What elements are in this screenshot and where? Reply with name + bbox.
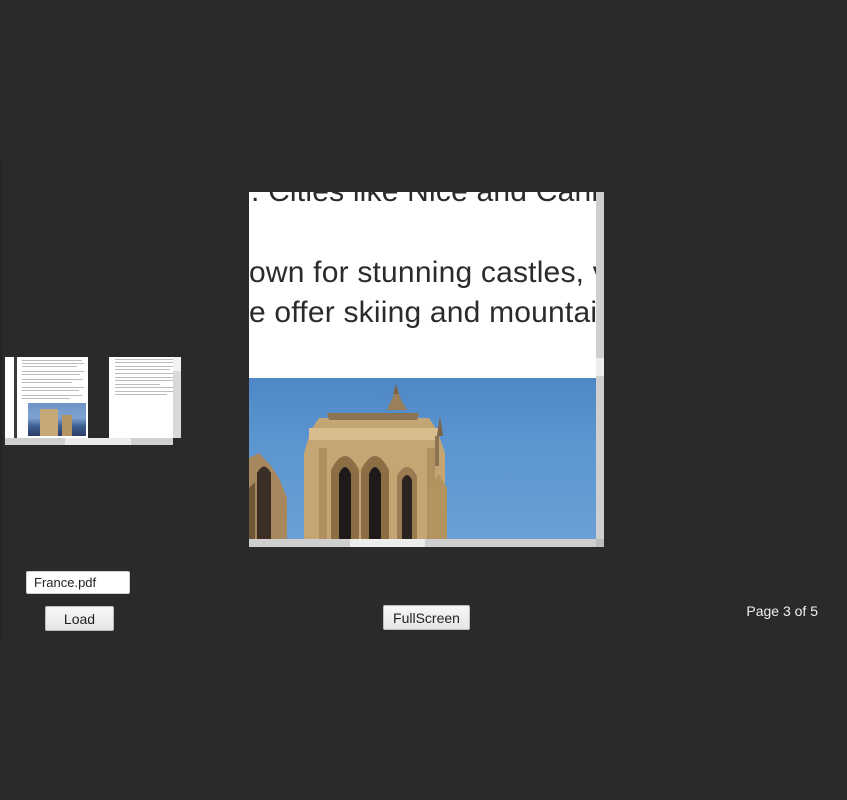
text-line xyxy=(115,362,175,363)
text-line xyxy=(115,359,177,360)
viewer-viewport[interactable]: . Cities like Nice and Cann own for stun… xyxy=(249,192,596,539)
scroll-thumb[interactable] xyxy=(173,357,181,371)
left-edge-strip xyxy=(0,160,2,640)
page-text-line: own for stunning castles, v xyxy=(249,256,596,289)
scroll-thumb[interactable] xyxy=(65,438,131,445)
page-margin xyxy=(14,357,17,438)
text-line xyxy=(115,366,177,367)
text-line xyxy=(22,360,82,361)
thumbnail-photo xyxy=(28,403,86,436)
tower-shape xyxy=(40,409,58,436)
thumbnail-vertical-scrollbar[interactable] xyxy=(173,357,181,438)
text-line xyxy=(115,387,175,388)
fullscreen-button[interactable]: FullScreen xyxy=(383,605,470,630)
text-line xyxy=(115,369,170,370)
scrollbar-corner xyxy=(596,539,604,547)
page-text-area: . Cities like Nice and Cann own for stun… xyxy=(249,192,596,378)
text-line xyxy=(22,395,82,396)
text-line xyxy=(22,398,70,399)
text-line xyxy=(115,394,167,395)
tower-shape xyxy=(62,415,72,436)
text-line xyxy=(22,390,79,391)
text-line xyxy=(22,366,77,367)
text-line xyxy=(115,377,173,378)
scroll-thumb[interactable] xyxy=(596,358,604,376)
page-text-line: e offer skiing and mountair xyxy=(249,296,596,329)
thumbnail-page-current[interactable] xyxy=(109,357,177,438)
text-line xyxy=(22,382,72,383)
text-line xyxy=(22,363,84,364)
scroll-thumb[interactable] xyxy=(350,539,425,547)
text-line xyxy=(22,371,84,372)
cathedral-illustration xyxy=(249,384,447,539)
text-line xyxy=(115,380,177,381)
page-text-line: . Cities like Nice and Cann xyxy=(251,192,596,209)
document-viewer[interactable]: . Cities like Nice and Cann own for stun… xyxy=(249,192,604,547)
page-photo-cathedral xyxy=(249,378,596,539)
page-indicator: Page 3 of 5 xyxy=(746,603,818,619)
thumbnail-page-previous[interactable] xyxy=(5,357,88,438)
text-line xyxy=(22,379,83,380)
viewer-horizontal-scrollbar[interactable] xyxy=(249,539,596,547)
text-line xyxy=(115,391,177,392)
page-thumbnail-strip[interactable] xyxy=(5,357,182,445)
text-line xyxy=(22,374,80,375)
thumbnail-viewport xyxy=(5,357,177,438)
text-line xyxy=(22,387,84,388)
load-button[interactable]: Load xyxy=(45,606,114,631)
file-name-input[interactable] xyxy=(26,571,130,594)
thumbnail-horizontal-scrollbar[interactable] xyxy=(5,438,173,445)
text-line xyxy=(115,384,160,385)
viewer-vertical-scrollbar[interactable] xyxy=(596,192,604,539)
text-line xyxy=(115,373,177,374)
